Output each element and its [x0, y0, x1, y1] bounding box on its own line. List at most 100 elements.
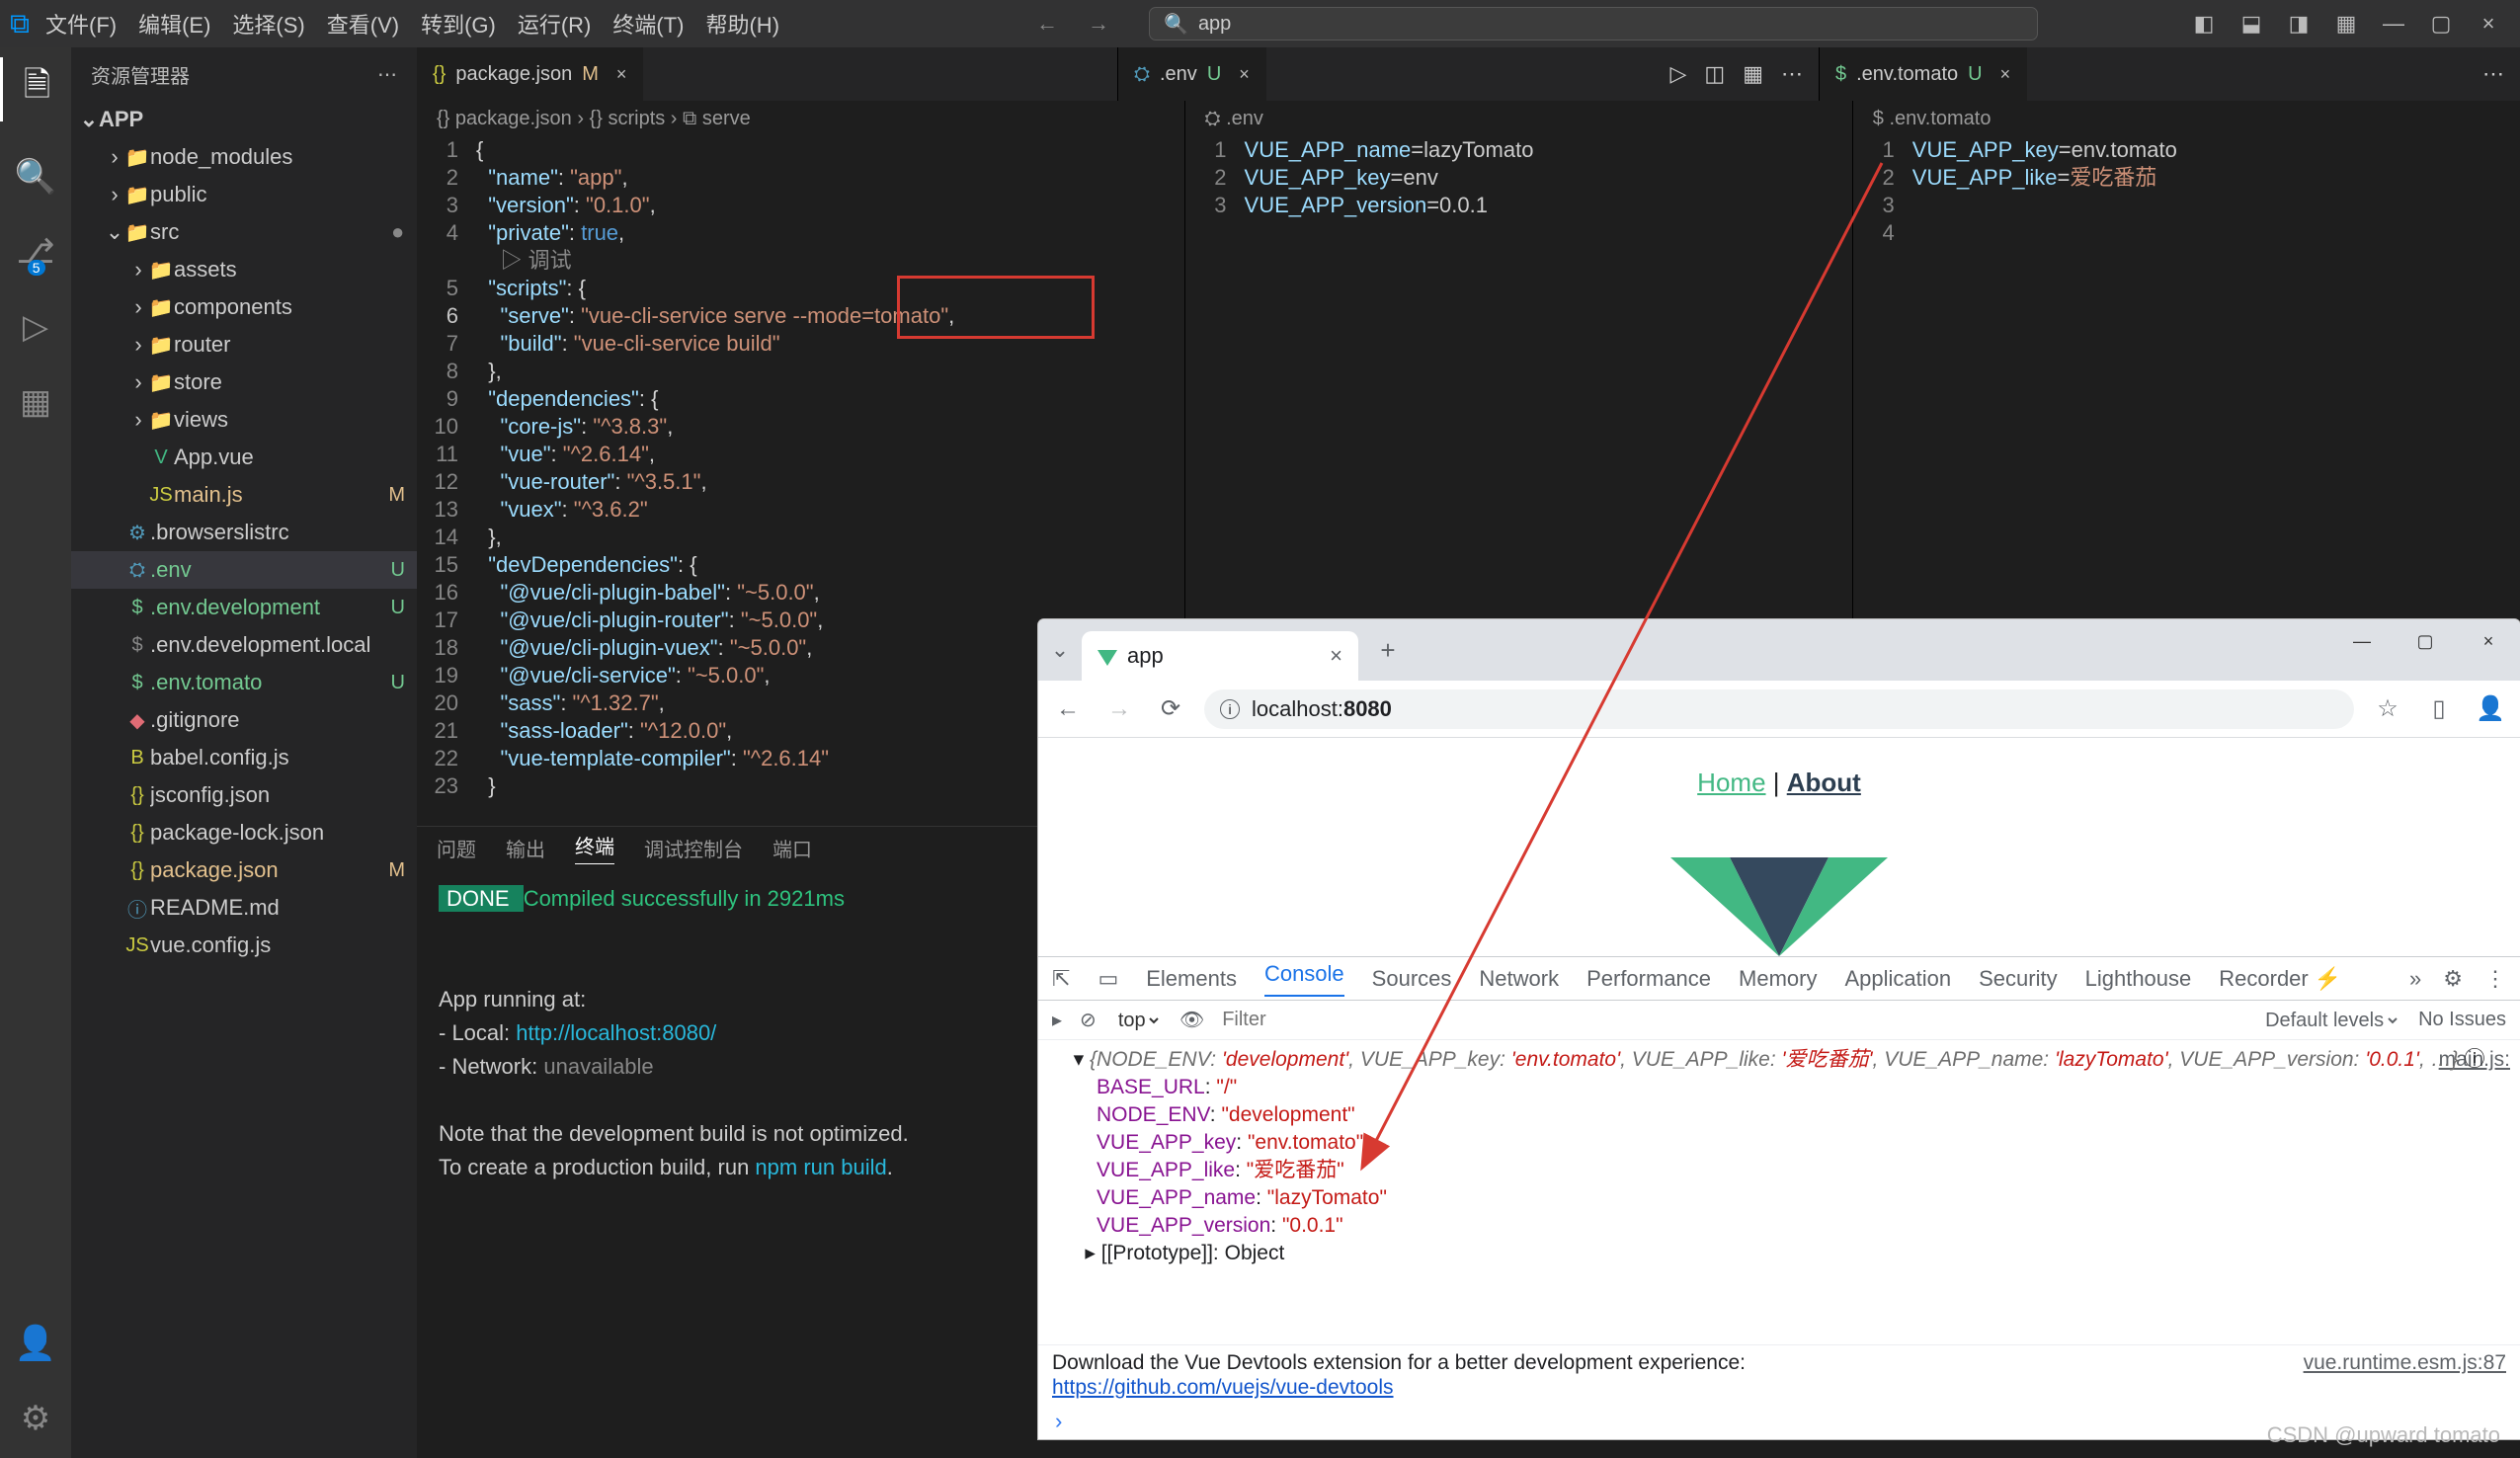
menu-选择(S)[interactable]: 选择(S) [232, 8, 304, 40]
panel-tab-输出[interactable]: 输出 [506, 834, 545, 862]
devtools-tab-Security[interactable]: Security [1979, 966, 2057, 992]
file-node_modules[interactable]: ›📁node_modules [71, 138, 417, 176]
devtools-link[interactable]: https://github.com/vuejs/vue-devtools [1052, 1376, 1394, 1399]
more-icon[interactable]: ⋯ [1781, 61, 1803, 87]
panel-icon[interactable]: ▯ [2421, 694, 2457, 723]
devtools-tab-Sources[interactable]: Sources [1372, 966, 1452, 992]
panel-bottom[interactable]: ⬓ [2237, 11, 2265, 37]
settings-gear-icon[interactable]: ⚙ [2443, 966, 2463, 992]
breadcrumb[interactable]: ⛭ .env [1185, 101, 1852, 136]
menu-查看(V)[interactable]: 查看(V) [327, 8, 399, 40]
devtools-tab-Memory[interactable]: Memory [1739, 966, 1817, 992]
files-icon[interactable]: 🗎 [0, 57, 71, 122]
close-icon[interactable]: × [2000, 64, 2011, 85]
forward-icon[interactable]: → [1101, 695, 1137, 723]
file-store[interactable]: ›📁store [71, 364, 417, 401]
levels-select[interactable]: Default levels [2261, 1009, 2400, 1032]
panel-tab-调试控制台[interactable]: 调试控制台 [644, 834, 743, 862]
site-info-icon[interactable]: i [1220, 699, 1240, 719]
command-center[interactable]: 🔍 app [1149, 7, 2038, 40]
more-icon[interactable]: ⋯ [377, 62, 397, 87]
file-main.js[interactable]: JSmain.jsM [71, 476, 417, 514]
file-views[interactable]: ›📁views [71, 401, 417, 439]
context-select[interactable]: top [1114, 1009, 1162, 1032]
back-icon[interactable]: ← [1050, 695, 1086, 723]
star-icon[interactable]: ☆ [2370, 694, 2405, 723]
file-router[interactable]: ›📁router [71, 326, 417, 364]
file-vue.config.js[interactable]: JSvue.config.js [71, 927, 417, 964]
close[interactable]: × [2475, 11, 2502, 37]
file-App.vue[interactable]: VApp.vue [71, 439, 417, 476]
file-src[interactable]: ⌄📁src● [71, 213, 417, 251]
chevron-down-icon[interactable]: ⌄ [1038, 637, 1082, 663]
menu-运行(R)[interactable]: 运行(R) [518, 8, 592, 40]
source-link[interactable]: vue.runtime.esm.js:87 [2304, 1351, 2506, 1374]
file-babel.config.js[interactable]: Bbabel.config.js [71, 739, 417, 776]
more-icon[interactable]: ⋯ [2482, 61, 2504, 87]
filter-input[interactable] [1222, 1009, 2243, 1031]
close-icon[interactable]: × [2457, 619, 2520, 663]
file-public[interactable]: ›📁public [71, 176, 417, 213]
menu-文件(F)[interactable]: 文件(F) [45, 8, 117, 40]
close-icon[interactable]: × [616, 64, 627, 85]
settings-gear-icon[interactable]: ⚙ [21, 1399, 50, 1438]
nav-back-icon[interactable]: ← [1036, 11, 1058, 37]
breadcrumb[interactable]: {} package.json › {} scripts › ⧉ serve [417, 101, 1184, 136]
editor-tab-package.json[interactable]: {}package.jsonM× [417, 47, 643, 101]
editor-tab-.env.tomato[interactable]: $.env.tomatoU× [1820, 47, 2027, 101]
customize[interactable]: ▦ [2332, 11, 2360, 37]
account-icon[interactable]: 👤 [15, 1324, 56, 1363]
min[interactable]: — [2380, 11, 2407, 37]
address-bar[interactable]: i localhost:8080 [1204, 689, 2354, 729]
device-icon[interactable]: ▭ [1097, 966, 1118, 992]
panel-tab-终端[interactable]: 终端 [575, 831, 614, 864]
file-components[interactable]: ›📁components [71, 288, 417, 326]
devtools-tab-Lighthouse[interactable]: Lighthouse [2085, 966, 2192, 992]
file-.browserslistrc[interactable]: ⚙.browserslistrc [71, 514, 417, 551]
panel-left[interactable]: ◧ [2190, 11, 2218, 37]
panel-tab-端口[interactable]: 端口 [772, 834, 812, 862]
more-icon[interactable]: » [2409, 966, 2421, 992]
breadcrumb[interactable]: $ .env.tomato [1853, 101, 2520, 136]
devtools-tab-Elements[interactable]: Elements [1146, 966, 1237, 992]
home-link[interactable]: Home [1697, 768, 1765, 797]
kebab-icon[interactable]: ⋮ [2484, 966, 2506, 992]
file-package.json[interactable]: {}package.jsonM [71, 851, 417, 889]
nav-forward-icon[interactable]: → [1088, 11, 1109, 37]
devtools-tab-Recorder ⚡[interactable]: Recorder ⚡ [2219, 966, 2341, 992]
close-icon[interactable]: × [1330, 643, 1342, 669]
file-README.md[interactable]: ⓘREADME.md [71, 889, 417, 927]
run-icon[interactable]: ▷ [1669, 61, 1686, 87]
menu-编辑(E)[interactable]: 编辑(E) [138, 8, 210, 40]
extensions-icon[interactable]: ▦ [20, 382, 51, 422]
reload-icon[interactable]: ⟳ [1153, 694, 1188, 723]
panel-right[interactable]: ◨ [2285, 11, 2313, 37]
close-icon[interactable]: × [1239, 64, 1250, 85]
browser-tab[interactable]: app × [1082, 631, 1358, 681]
tree-root[interactable]: ⌄ APP [71, 101, 417, 138]
file-jsconfig.json[interactable]: {}jsconfig.json [71, 776, 417, 814]
max[interactable]: ▢ [2427, 11, 2455, 37]
file-.env.development.local[interactable]: $.env.development.local [71, 626, 417, 664]
search-icon[interactable]: 🔍 [15, 157, 56, 197]
devtools-tab-Network[interactable]: Network [1479, 966, 1559, 992]
devtools-tab-Application[interactable]: Application [1844, 966, 1951, 992]
run-debug-icon[interactable]: ▷ [23, 307, 48, 347]
layout-icon[interactable]: ▦ [1743, 61, 1763, 87]
menu-终端(T)[interactable]: 终端(T) [612, 8, 684, 40]
panel-tab-问题[interactable]: 问题 [437, 834, 476, 862]
file-assets[interactable]: ›📁assets [71, 251, 417, 288]
new-tab-button[interactable]: + [1368, 630, 1408, 670]
split-icon[interactable]: ◫ [1704, 61, 1725, 87]
file-.env.tomato[interactable]: $.env.tomatoU [71, 664, 417, 701]
about-link[interactable]: About [1787, 768, 1861, 797]
file-.env[interactable]: ⛭.envU [71, 551, 417, 589]
editor-tab-.env[interactable]: ⛭.envU× [1118, 47, 1266, 101]
file-package-lock.json[interactable]: {}package-lock.json [71, 814, 417, 851]
source-control-icon[interactable]: ⎇5 [16, 232, 54, 272]
devtools-tab-Console[interactable]: Console [1264, 961, 1344, 997]
menu-帮助(H)[interactable]: 帮助(H) [705, 8, 779, 40]
maximize-icon[interactable]: ▢ [2394, 619, 2457, 663]
console-output[interactable]: main.js: ▾ {NODE_ENV: 'development', VUE… [1038, 1040, 2520, 1344]
sidebar-toggle-icon[interactable]: ▸ [1052, 1008, 1062, 1032]
